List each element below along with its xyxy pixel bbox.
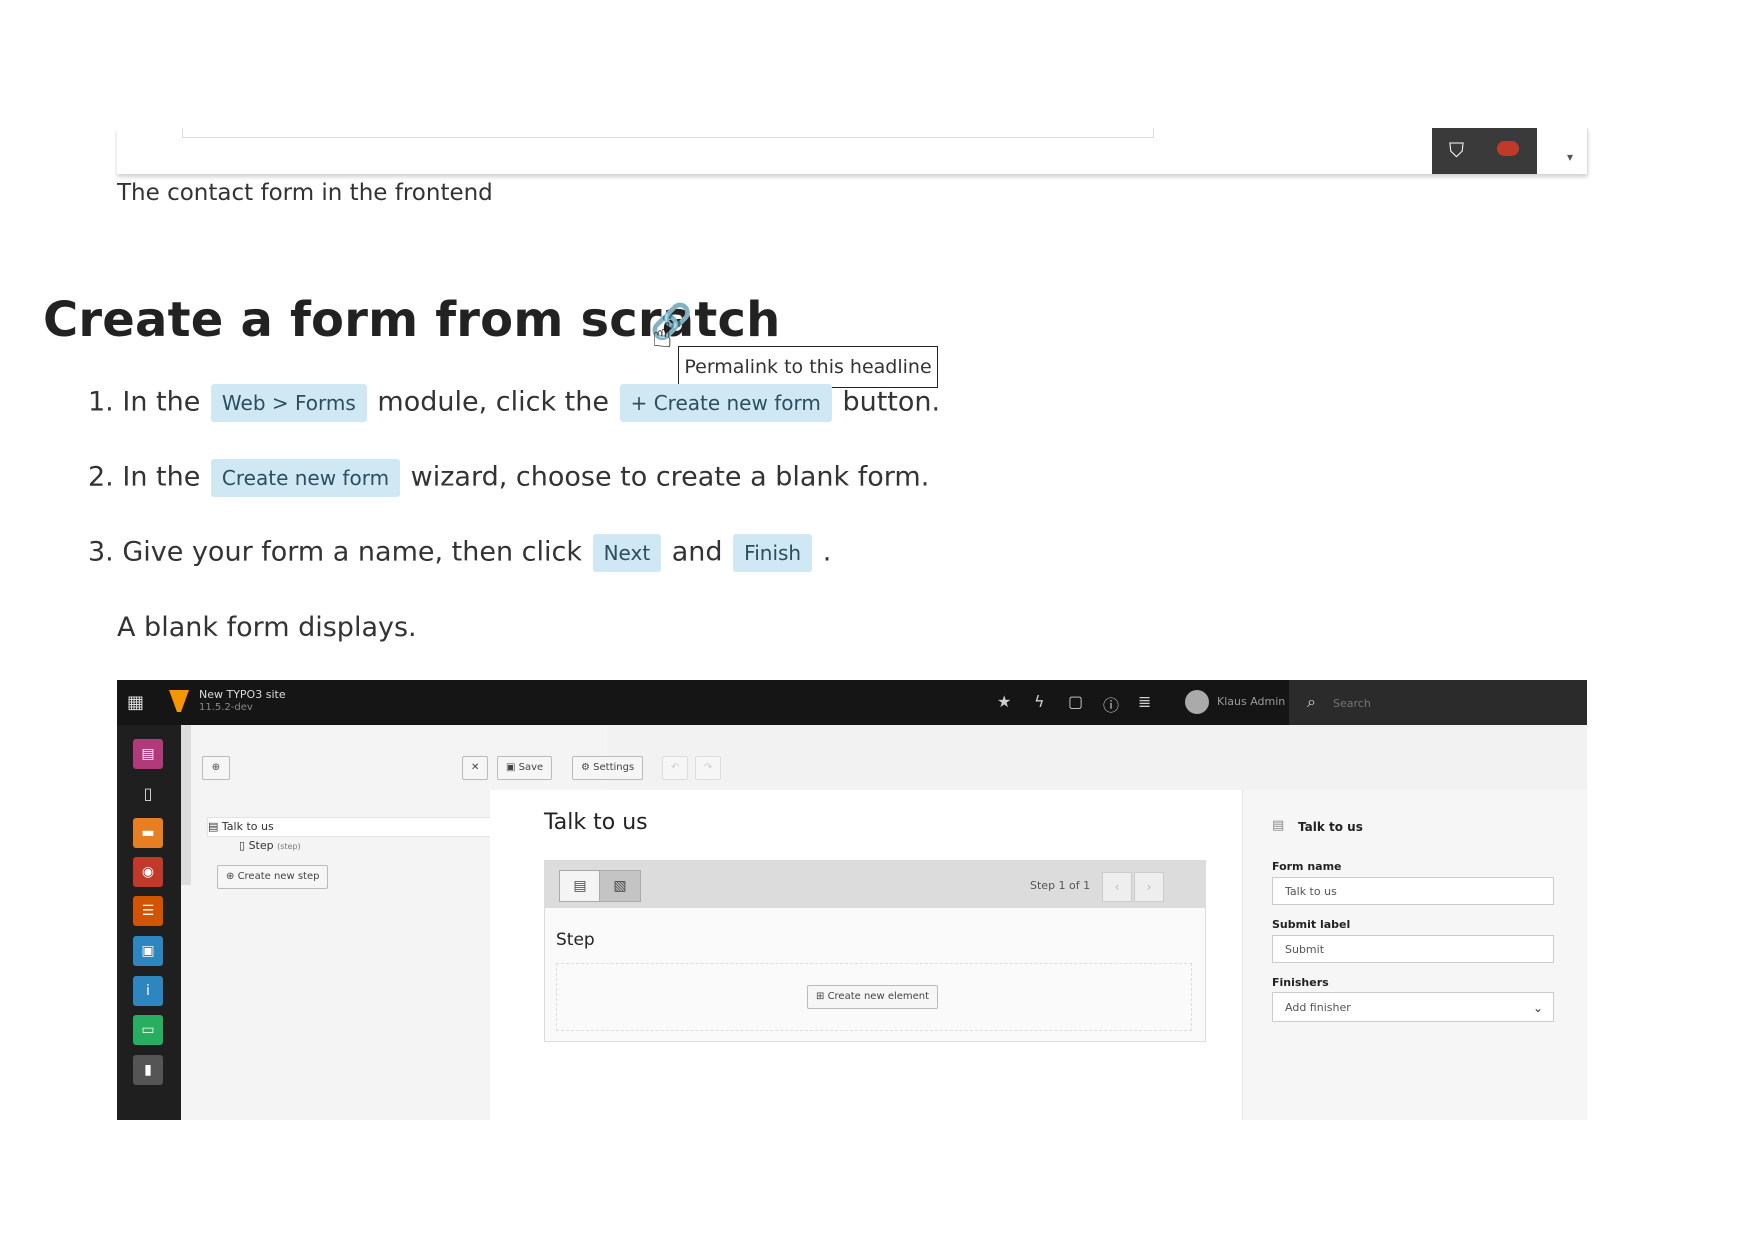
module-forms-icon[interactable]: ▣ <box>133 936 163 966</box>
search-input[interactable] <box>1331 690 1575 716</box>
help-icon[interactable]: ⓘ <box>1103 692 1119 716</box>
next-step-button[interactable]: › <box>1134 872 1164 902</box>
module-template-icon[interactable]: ☰ <box>133 896 163 926</box>
user-name[interactable]: Klaus Admin <box>1217 695 1285 708</box>
add-element-icon: ⊞ <box>816 991 828 1002</box>
gear-icon: ⚙ <box>581 762 594 773</box>
module-menu-grid-icon[interactable]: ▦ <box>127 692 144 713</box>
ui-label-create-new-form: + Create new form <box>619 384 832 422</box>
module-info-icon[interactable]: i <box>133 976 163 1006</box>
toggle-icon <box>1497 141 1519 156</box>
list-item-step-1: 1. In the Web > Forms module, click the … <box>88 384 940 422</box>
module-dashboard-icon[interactable]: ▤ <box>133 739 163 769</box>
close-button[interactable]: ✕ <box>462 756 489 780</box>
module-recycler-icon[interactable]: ▮ <box>133 1055 163 1085</box>
module-list-icon[interactable]: ▬ <box>133 818 163 848</box>
list-number: 2. <box>88 461 114 493</box>
submit-label-field[interactable] <box>1272 935 1554 963</box>
form-name-label: Form name <box>1272 860 1342 873</box>
step-text: In the <box>122 386 201 418</box>
step-text: wizard, choose to create a blank form. <box>410 461 930 493</box>
form-icon: ▤ <box>208 820 222 833</box>
site-version: 11.5.2-dev <box>199 702 253 713</box>
form-name-field[interactable] <box>1272 877 1554 905</box>
frontend-screenshot: ⛉ ▾ <box>117 128 1588 174</box>
preview-mode-button[interactable]: ▧ <box>599 870 641 902</box>
save-icon: ▣ <box>506 762 519 773</box>
list-number: 3. <box>88 536 114 568</box>
avatar[interactable] <box>1185 690 1209 714</box>
step-note: A blank form displays. <box>117 612 417 643</box>
ui-label-next: Next <box>592 534 662 572</box>
create-new-element-button[interactable]: ⊞ Create new element <box>807 985 939 1009</box>
submit-label-label: Submit label <box>1272 918 1351 931</box>
list-item-step-3: 3. Give your form a name, then click Nex… <box>88 534 831 572</box>
hand-cursor-icon: ☝ <box>652 316 673 356</box>
ui-label-finish: Finish <box>733 534 813 572</box>
module-view-icon[interactable]: ◉ <box>133 857 163 887</box>
undo-button[interactable]: ↶ <box>662 756 689 780</box>
prev-step-button[interactable]: ‹ <box>1102 872 1132 902</box>
step-text: . <box>822 536 832 568</box>
document-icon[interactable]: ▢ <box>1068 692 1083 711</box>
redo-button[interactable]: ↷ <box>695 756 722 780</box>
permalink-tooltip: Permalink to this headline <box>678 346 938 388</box>
typo3-backend-screenshot: ▦ New TYPO3 site 11.5.2-dev ★ ϟ ▢ ⓘ ≣ Kl… <box>117 680 1587 1120</box>
step-text: Give your form a name, then click <box>122 536 582 568</box>
ui-label-create-new-form-wizard: Create new form <box>210 459 401 497</box>
add-page-icon: ⊕ <box>226 871 238 882</box>
create-new-step-button[interactable]: ⊕ Create new step <box>217 865 329 889</box>
settings-button[interactable]: ⚙ Settings <box>572 756 644 780</box>
step-text: button. <box>842 386 941 418</box>
frontend-admin-panel: ⛉ <box>1432 128 1537 174</box>
step-text: In the <box>122 461 201 493</box>
step-text: module, click the <box>377 386 609 418</box>
search-icon: ⌕ <box>1307 692 1316 711</box>
list-item-step-2: 2. In the Create new form wizard, choose… <box>88 459 929 497</box>
chevron-down-icon: ⌄ <box>1532 1001 1543 1015</box>
figure-caption: The contact form in the frontend <box>117 180 493 206</box>
save-button[interactable]: ▣ Save <box>497 756 553 780</box>
tree-scrollbar[interactable] <box>181 725 191 885</box>
stage-title: Talk to us <box>544 810 648 835</box>
module-comments-icon[interactable]: ▭ <box>133 1015 163 1045</box>
abstract-view-button[interactable]: ▤ <box>559 870 601 902</box>
ui-label-web-forms: Web > Forms <box>210 384 367 422</box>
frontend-input-field <box>182 128 1154 138</box>
tree-add-button[interactable]: ⊕ <box>202 756 230 780</box>
module-page-icon[interactable]: ▯ <box>133 779 163 809</box>
typo3-logo-icon: ⛉ <box>1449 138 1464 162</box>
step-text: and <box>671 536 723 568</box>
page-icon: ▯ <box>239 839 249 852</box>
finishers-select[interactable]: Add finisher ⌄ <box>1272 992 1554 1022</box>
form-icon: ▤ <box>1272 818 1285 833</box>
system-info-icon[interactable]: ≣ <box>1138 692 1151 711</box>
bookmark-star-icon[interactable]: ★ <box>997 692 1011 711</box>
site-name: New TYPO3 site <box>199 688 286 701</box>
step-counter: Step 1 of 1 <box>1030 879 1091 892</box>
list-number: 1. <box>88 386 114 418</box>
caret-down-icon: ▾ <box>1567 150 1574 164</box>
finishers-label: Finishers <box>1272 976 1329 989</box>
flash-icon[interactable]: ϟ <box>1034 692 1045 711</box>
step-heading: Step <box>556 930 595 950</box>
inspector-title: Talk to us <box>1298 820 1363 834</box>
